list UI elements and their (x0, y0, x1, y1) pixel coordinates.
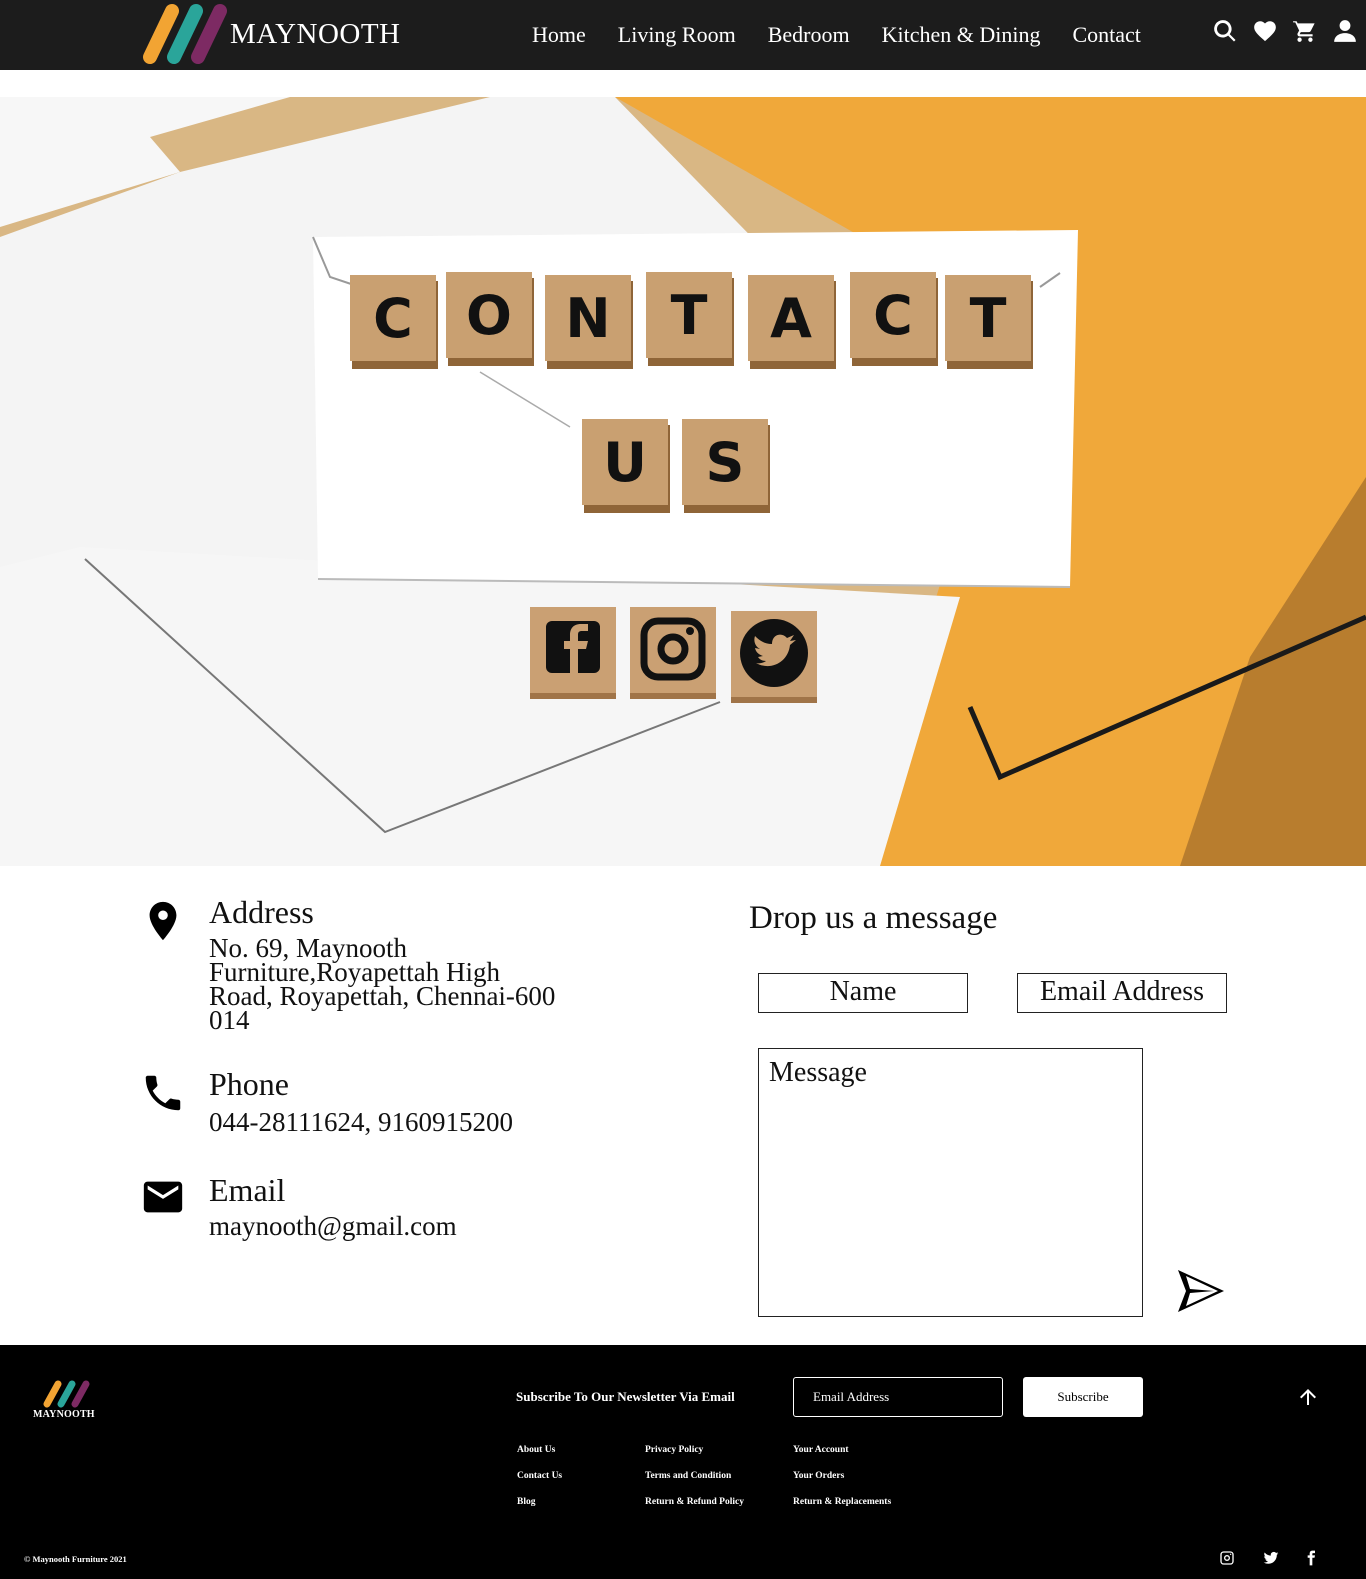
nav-bedroom[interactable]: Bedroom (752, 22, 866, 48)
site-header: MAYNOOTH Home Living Room Bedroom Kitche… (0, 0, 1366, 70)
logo-mark-icon (143, 4, 227, 64)
facebook-icon (530, 607, 616, 699)
phone-title: Phone (209, 1066, 289, 1102)
footer-column-account: Your Account Your Orders Return & Replac… (793, 1445, 891, 1523)
name-input[interactable]: Name (758, 973, 968, 1013)
footer-column-policies: Privacy Policy Terms and Condition Retur… (645, 1445, 744, 1523)
hero-tile-letter: T (970, 287, 1007, 350)
footer-link-your-account[interactable]: Your Account (793, 1445, 891, 1471)
hero-tile-letter: U (603, 431, 647, 494)
hero-tile-letter: C (373, 287, 413, 350)
footer-logo-mark-icon (43, 1380, 90, 1408)
twitter-icon (731, 611, 817, 703)
nav-living-room[interactable]: Living Room (602, 22, 752, 48)
hero-tile-letter: T (671, 284, 708, 347)
main-nav: Home Living Room Bedroom Kitchen & Dinin… (516, 0, 1157, 70)
footer-brand-name: MAYNOOTH (33, 1409, 95, 1420)
nav-home[interactable]: Home (516, 22, 602, 48)
arrow-up-icon[interactable] (1296, 1385, 1320, 1409)
hero-social-tiles (530, 607, 817, 703)
brand-name: MAYNOOTH (230, 17, 401, 50)
email-input[interactable]: Email Address (1017, 973, 1227, 1013)
phone-text: 044-28111624, 9160915200 (209, 1107, 513, 1137)
user-icon[interactable] (1332, 18, 1358, 44)
footer-logo[interactable]: MAYNOOTH (33, 1379, 97, 1420)
instagram-icon (630, 607, 716, 699)
hero-letter-tile: C (850, 272, 938, 366)
email-text[interactable]: maynooth@gmail.com (209, 1213, 629, 1240)
newsletter-label: Subscribe To Our Newsletter Via Email (516, 1389, 735, 1404)
footer-link-contact-us[interactable]: Contact Us (517, 1471, 562, 1497)
hero-letter-tile: T (646, 272, 734, 366)
hero-letter-tile: T (945, 275, 1033, 369)
hero-letter-tile: U (582, 419, 670, 513)
hero-tile-letter: O (466, 284, 512, 347)
hero-illustration: CONTACT US (0, 97, 1366, 866)
hero-letter-tile: O (446, 272, 534, 366)
footer-link-about-us[interactable]: About Us (517, 1445, 562, 1471)
send-icon[interactable] (1176, 1268, 1226, 1314)
copyright-text: © Maynooth Furniture 2021 (24, 1554, 127, 1564)
hero-tile-letter: C (873, 284, 913, 347)
hero-letter-tile: C (350, 275, 438, 369)
footer-link-return-refund[interactable]: Return & Refund Policy (645, 1497, 744, 1523)
mail-icon (140, 1174, 186, 1220)
heart-icon[interactable] (1252, 18, 1278, 44)
footer-link-return-replacements[interactable]: Return & Replacements (793, 1497, 891, 1523)
phone-icon (140, 1070, 186, 1116)
contact-hero-image: CONTACT US (0, 97, 1366, 866)
hero-letter-tile: S (682, 419, 770, 513)
facebook-icon[interactable] (1303, 1550, 1319, 1566)
nav-contact[interactable]: Contact (1056, 22, 1156, 48)
hero-letter-tile: N (545, 275, 633, 369)
footer-link-privacy-policy[interactable]: Privacy Policy (645, 1445, 744, 1471)
site-footer: MAYNOOTH Subscribe To Our Newsletter Via… (0, 1345, 1366, 1579)
cart-icon[interactable] (1292, 18, 1318, 44)
address-text: No. 69, Maynooth Furniture,Royapettah Hi… (209, 933, 556, 1035)
hero-tile-letter: N (565, 287, 610, 350)
form-title: Drop us a message (749, 900, 998, 936)
footer-link-terms[interactable]: Terms and Condition (645, 1471, 744, 1497)
hero-tile-letter: A (770, 287, 812, 350)
hero-letter-tile: A (748, 275, 836, 369)
subscribe-button[interactable]: Subscribe (1023, 1377, 1143, 1417)
search-icon[interactable] (1212, 18, 1238, 44)
message-textarea[interactable]: Message (758, 1048, 1143, 1317)
newsletter-email-input[interactable]: Email Address (793, 1377, 1003, 1417)
footer-link-your-orders[interactable]: Your Orders (793, 1471, 891, 1497)
address-title: Address (209, 894, 314, 930)
header-actions (1212, 18, 1366, 44)
twitter-icon[interactable] (1263, 1550, 1279, 1566)
brand-logo[interactable]: MAYNOOTH (140, 3, 401, 65)
hero-tile-letter: S (706, 431, 745, 494)
email-title: Email (209, 1172, 286, 1208)
footer-link-blog[interactable]: Blog (517, 1497, 562, 1523)
hero-tiles-row1: CONTACT (350, 272, 1033, 369)
instagram-icon[interactable] (1219, 1550, 1235, 1566)
nav-kitchen-dining[interactable]: Kitchen & Dining (866, 22, 1057, 48)
footer-column-company: About Us Contact Us Blog (517, 1445, 562, 1523)
location-pin-icon (140, 898, 186, 944)
